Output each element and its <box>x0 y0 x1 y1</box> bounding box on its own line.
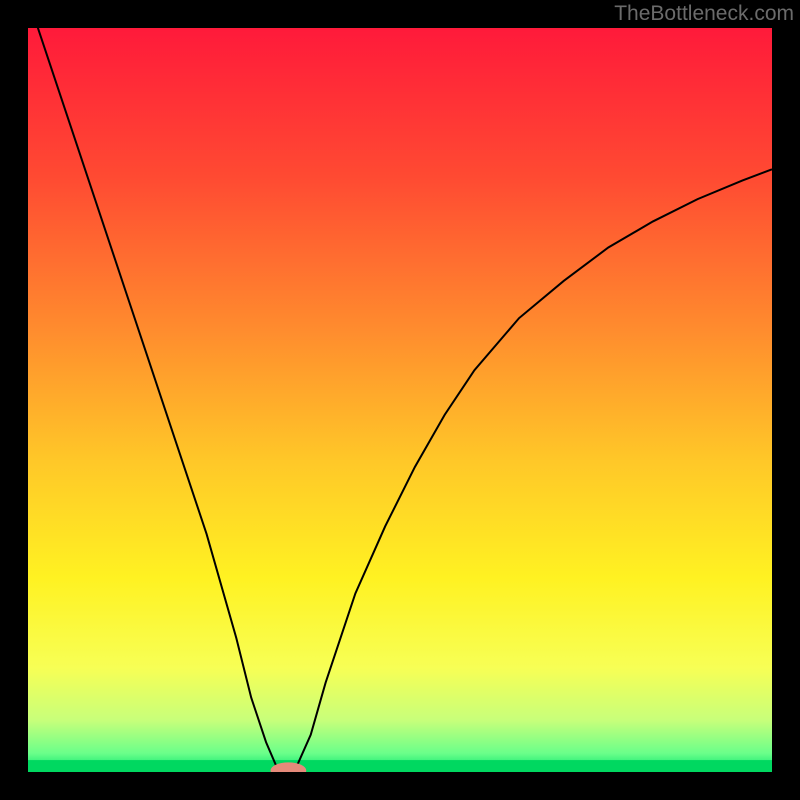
chart-frame <box>28 28 772 772</box>
bottleneck-chart <box>28 28 772 772</box>
bottom-green-strip <box>28 760 772 772</box>
watermark-text: TheBottleneck.com <box>614 2 794 26</box>
gradient-background <box>28 28 772 772</box>
